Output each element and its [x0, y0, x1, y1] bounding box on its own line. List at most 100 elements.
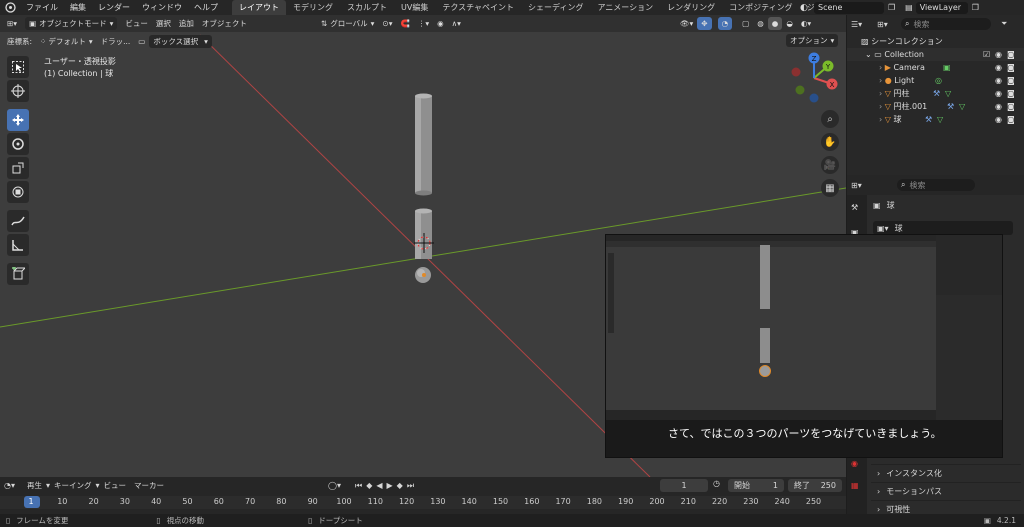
tab-rendering[interactable]: レンダリング	[660, 0, 722, 15]
current-frame-field[interactable]: 1	[660, 479, 708, 492]
frame-ruler[interactable]: 1 10 20 30 40 50 60 70 80 90 100 110 120 130 140 150 160…	[0, 496, 846, 509]
tab-modeling[interactable]: モデリング	[286, 0, 340, 15]
outliner-item-light[interactable]: › ● Light ◎ ◉ ◙	[847, 74, 1024, 87]
jump-end-icon[interactable]: ⏭	[407, 481, 414, 491]
shading-wireframe-icon[interactable]: ◍	[753, 17, 768, 30]
camera-render-icon[interactable]: ◙	[1007, 74, 1015, 87]
outliner-item-cylinder[interactable]: › ▽ 円柱 ⚒ ▽ ◉ ◙	[847, 87, 1024, 100]
outliner-search[interactable]: ⌕ 検索	[901, 18, 991, 30]
tool-measure[interactable]	[7, 234, 29, 256]
tab-compositing[interactable]: コンポジティング	[722, 0, 800, 15]
eye-icon[interactable]: ◉	[995, 113, 1002, 126]
tool-select[interactable]	[7, 56, 29, 78]
play-icon[interactable]: ▶	[387, 481, 393, 490]
tab-texture-paint[interactable]: テクスチャペイント	[435, 0, 521, 15]
menu-keying[interactable]: キーイング	[50, 479, 96, 492]
outliner-item-sphere[interactable]: › ▽ 球 ⚒ ▽ ◉ ◙	[847, 113, 1024, 126]
texture-tab-icon[interactable]: ▦	[851, 481, 859, 490]
next-keyframe-icon[interactable]: ◆	[397, 481, 403, 490]
filter-display-icon[interactable]: ⊞▾	[877, 20, 897, 29]
tab-shading[interactable]: シェーディング	[521, 0, 590, 15]
menu-add[interactable]: 追加	[175, 17, 198, 30]
tool-cursor[interactable]	[7, 80, 29, 102]
scene-copy-icon[interactable]: ❐	[888, 3, 895, 12]
menu-object[interactable]: オブジェクト	[198, 17, 251, 30]
camera-render-icon[interactable]: ◙	[1007, 61, 1015, 74]
orientation-dropdown[interactable]: ⇅ グローバル ▾	[317, 17, 379, 30]
auto-key-icon[interactable]: ◯▾	[328, 481, 341, 490]
menu-select[interactable]: 選択	[152, 17, 175, 30]
visibility-icon[interactable]: 👁▾	[676, 17, 697, 30]
view-layer-icon[interactable]: ▤	[905, 3, 913, 12]
outliner-editor-icon[interactable]: ☰▾	[851, 20, 871, 29]
eye-icon[interactable]: ◉	[995, 87, 1002, 100]
pivot-icon[interactable]: ⊙▾	[378, 17, 396, 30]
tab-uv[interactable]: UV編集	[394, 0, 435, 15]
collapse-icon[interactable]: ⌄	[865, 50, 874, 59]
outliner-scene-collection[interactable]: ▨ シーンコレクション	[847, 35, 1024, 48]
properties-editor-icon[interactable]: ⊞▾	[851, 181, 877, 190]
play-reverse-icon[interactable]: ◀	[376, 481, 382, 490]
eye-icon[interactable]: ◉	[995, 61, 1002, 74]
pan-hand-icon[interactable]: ✋	[821, 133, 839, 151]
filter-icon[interactable]: ⏷	[1001, 19, 1007, 29]
tool-rotate[interactable]	[7, 133, 29, 155]
tool-add-cube[interactable]	[7, 263, 29, 285]
tab-layout[interactable]: レイアウト	[232, 0, 286, 15]
start-frame-field[interactable]: 開始 1	[728, 479, 784, 492]
menu-file[interactable]: ファイル	[20, 0, 64, 15]
tool-tab-icon[interactable]: ⚒	[851, 203, 867, 212]
tab-sculpt[interactable]: スカルプト	[340, 0, 394, 15]
camera-render-icon[interactable]: ◙	[1007, 113, 1015, 126]
tool-annotate[interactable]	[7, 210, 29, 232]
prev-keyframe-icon[interactable]: ◆	[366, 481, 372, 490]
material-tab-icon[interactable]: ◉	[851, 459, 858, 468]
editor-type-icon[interactable]	[0, 0, 20, 15]
properties-search[interactable]: ⌕ 検索	[897, 179, 975, 191]
object-name-field[interactable]: ▣▾ 球	[873, 221, 1013, 235]
section-instancing[interactable]: › インスタンス化	[871, 464, 1021, 482]
zoom-icon[interactable]: ⌕	[821, 110, 839, 128]
camera-render-icon[interactable]: ◙	[1007, 48, 1015, 61]
eye-icon[interactable]: ◉	[995, 100, 1002, 113]
jump-start-icon[interactable]: ⏮	[355, 481, 362, 491]
view-layer-field[interactable]: ViewLayer	[915, 1, 968, 14]
checkbox-icon[interactable]: ☑	[983, 48, 990, 61]
shading-solid-icon[interactable]: ●	[767, 17, 783, 30]
menu-timeline-view[interactable]: ビュー	[100, 479, 131, 492]
eye-icon[interactable]: ◉	[995, 48, 1002, 61]
proportional-edit-icon[interactable]: ◉	[433, 17, 448, 30]
section-motion-paths[interactable]: › モーションパス	[871, 482, 1021, 500]
navigation-gizmo[interactable]: X Y Z	[788, 52, 840, 104]
camera-render-icon[interactable]: ◙	[1007, 100, 1015, 113]
end-frame-field[interactable]: 終了 250	[788, 479, 842, 492]
menu-marker[interactable]: マーカー	[130, 479, 168, 492]
menu-view[interactable]: ビュー	[121, 17, 152, 30]
xray-icon[interactable]: ▢	[738, 17, 753, 30]
menu-render[interactable]: レンダー	[92, 0, 136, 15]
falloff-icon[interactable]: ∧▾	[448, 17, 465, 30]
gizmo-toggle-icon[interactable]: ✥	[697, 17, 712, 30]
outliner-item-cylinder-001[interactable]: › ▽ 円柱.001 ⚒ ▽ ◉ ◙	[847, 100, 1024, 113]
tool-move[interactable]	[7, 109, 29, 131]
mode-dropdown[interactable]: ▣ オブジェクトモード ▾	[25, 17, 118, 30]
camera-view-icon[interactable]: 🎥	[821, 156, 839, 174]
perspective-grid-icon[interactable]: ▦	[821, 179, 839, 197]
scene-field[interactable]: Scene	[814, 1, 884, 14]
drag-label[interactable]: ドラッ...	[97, 35, 135, 48]
coord-dropdown[interactable]: ⁘ デフォルト ▾	[36, 35, 97, 48]
menu-help[interactable]: ヘルプ	[188, 0, 224, 15]
options-dropdown[interactable]: オプション ▾	[786, 34, 839, 47]
select-mode-icon[interactable]: ▭	[134, 35, 149, 48]
overlay-toggle-icon[interactable]: ◔	[717, 17, 733, 30]
snap-target-icon[interactable]: ⋮▾	[414, 17, 433, 30]
shading-material-icon[interactable]: ◒	[782, 17, 797, 30]
tab-animation[interactable]: アニメーション	[590, 0, 660, 15]
eye-icon[interactable]: ◉	[995, 74, 1002, 87]
clock-icon[interactable]: ◷	[713, 479, 720, 488]
snap-icon[interactable]: 🧲	[396, 17, 413, 30]
view-layer-copy-icon[interactable]: ❐	[972, 3, 979, 12]
scene-icon[interactable]: ◐	[800, 3, 814, 13]
tool-scale[interactable]	[7, 157, 29, 179]
editor-type-button[interactable]: ⊞▾	[3, 17, 21, 30]
